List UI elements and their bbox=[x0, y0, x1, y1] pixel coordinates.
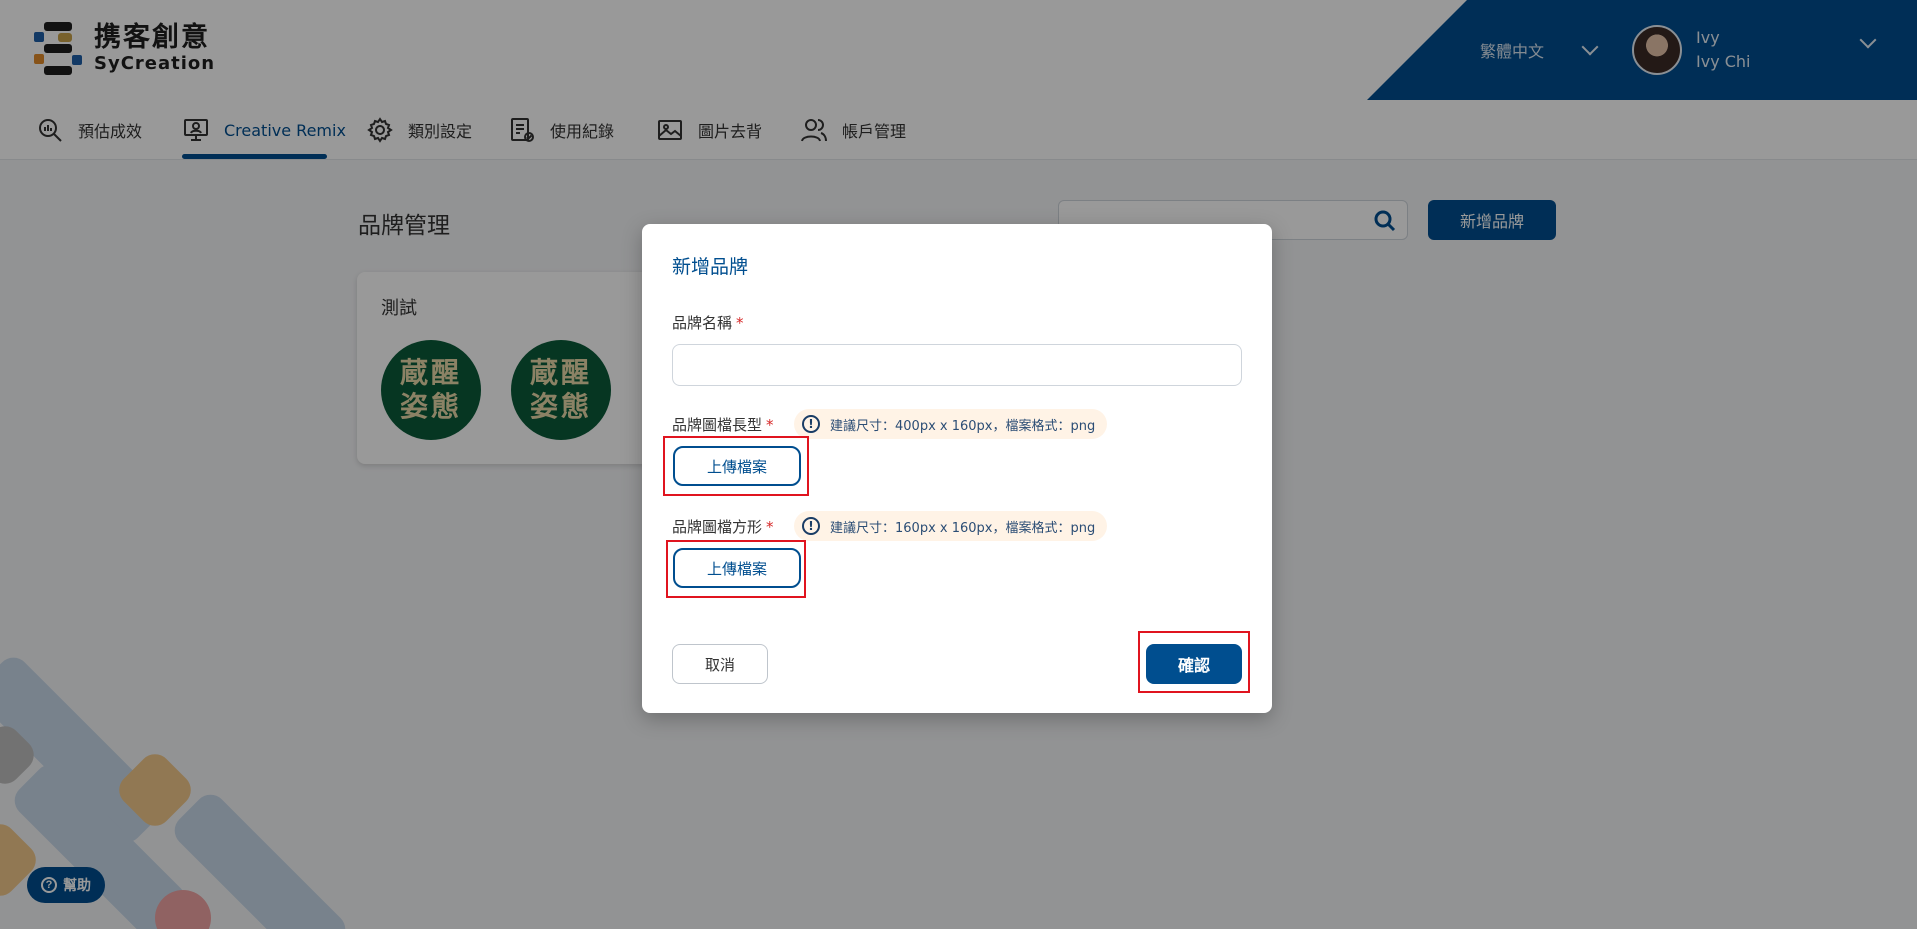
hint-text: 建議尺寸：160px x 160px，檔案格式：png bbox=[830, 520, 1096, 536]
hint-text: 建議尺寸：400px x 160px，檔案格式：png bbox=[830, 418, 1096, 434]
square-logo-hint: ! 建議尺寸：160px x 160px，檔案格式：png bbox=[794, 511, 1108, 541]
brand-name-label: 品牌名稱 * bbox=[672, 314, 744, 332]
upload-long-logo-button[interactable]: 上傳檔案 bbox=[673, 446, 801, 486]
long-logo-label: 品牌圖檔長型 * bbox=[672, 416, 774, 434]
info-icon: ! bbox=[802, 415, 820, 433]
upload-square-logo-button[interactable]: 上傳檔案 bbox=[673, 548, 801, 588]
required-mark: * bbox=[736, 314, 744, 332]
app: 携客創意 SyCreation 繁體中文 Ivy Ivy Chi 預估成效 Cr… bbox=[0, 0, 1917, 929]
long-logo-hint: ! 建議尺寸：400px x 160px，檔案格式：png bbox=[794, 409, 1108, 439]
brand-name-input[interactable] bbox=[672, 344, 1242, 386]
required-mark: * bbox=[766, 416, 774, 434]
add-brand-dialog: 新增品牌 品牌名稱 * 品牌圖檔長型 * ! 建議尺寸：400px x 160px，… bbox=[642, 224, 1272, 713]
dialog-title: 新增品牌 bbox=[672, 256, 749, 278]
required-mark: * bbox=[766, 518, 774, 536]
info-icon: ! bbox=[802, 517, 820, 535]
confirm-button[interactable]: 確認 bbox=[1146, 644, 1242, 684]
cancel-button[interactable]: 取消 bbox=[672, 644, 768, 684]
square-logo-label: 品牌圖檔方形 * bbox=[672, 518, 774, 536]
